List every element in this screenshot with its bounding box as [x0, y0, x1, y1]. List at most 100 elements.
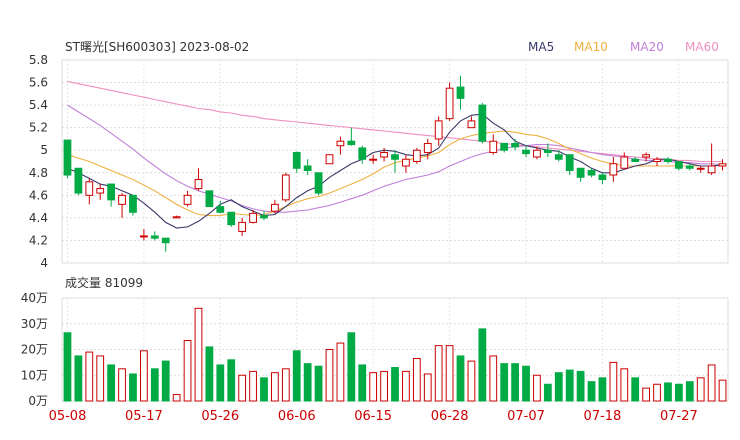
candle-body: [358, 147, 367, 160]
candle-body: [85, 181, 94, 196]
legend-entry-ma20: MA20: [630, 40, 664, 54]
candle-body: [129, 194, 137, 213]
volume-bar: [150, 368, 159, 402]
volume-bar: [674, 383, 683, 402]
candle-body: [271, 203, 279, 212]
volume-bar: [183, 339, 192, 402]
volume-bar: [696, 377, 705, 402]
candle: [194, 168, 203, 191]
candle-body: [565, 154, 574, 172]
volume-bar: [129, 373, 137, 402]
volume-bar: [161, 360, 170, 402]
candle: [336, 136, 345, 155]
candle-body: [238, 221, 247, 232]
candle-body: [533, 149, 541, 158]
candle-body: [172, 216, 181, 219]
volume-bar: [598, 377, 607, 402]
candle-body: [63, 139, 72, 176]
candle-body: [391, 154, 399, 160]
ma-legend: MA5 MA10 MA20 MA60: [528, 40, 719, 54]
price-y-ticks: 5.8 5.6 5.4 5.2 5 4.8 4.6 4.4 4.2 4: [29, 53, 48, 270]
candle: [478, 102, 487, 144]
candle: [456, 75, 465, 110]
candle: [74, 167, 83, 196]
volume-bar: [227, 359, 236, 402]
volume-bar: [391, 367, 399, 402]
candle: [358, 145, 367, 164]
candle-body: [631, 158, 640, 163]
candle-body: [685, 165, 694, 169]
candle-body: [478, 104, 487, 142]
candle: [369, 154, 378, 164]
candle-body: [500, 142, 509, 151]
candle-body: [380, 151, 388, 158]
candle: [664, 156, 672, 164]
volume-bar: [369, 372, 378, 402]
volume-bar: [576, 370, 585, 402]
candle-body: [707, 165, 716, 174]
candle: [238, 217, 247, 236]
candle-body: [107, 183, 116, 201]
legend-entry-ma5: MA5: [528, 40, 554, 54]
candle-body: [150, 235, 159, 239]
volume-bar: [140, 350, 148, 402]
candle: [696, 166, 705, 173]
candle: [150, 231, 159, 241]
candle: [445, 82, 454, 121]
volume-bar: [664, 382, 672, 402]
candle: [325, 154, 334, 165]
candle: [707, 143, 716, 176]
legend-entry-ma10: MA10: [574, 40, 608, 54]
stock-chart: ST曙光[SH600303] 2023-08-02 MA5 MA10 MA20 MA6…: [0, 0, 740, 440]
candle: [314, 172, 323, 196]
candle-body: [696, 167, 705, 170]
x-tick-label: 06-06: [278, 409, 316, 424]
candle-body: [303, 165, 312, 172]
candle-body: [412, 149, 421, 163]
price-y-tick-label: 5: [40, 143, 48, 157]
candle-body: [292, 151, 301, 169]
volume-bar: [456, 355, 465, 402]
volume-bar: [631, 377, 640, 402]
candle: [172, 215, 181, 219]
ma60-line: [67, 80, 723, 163]
volume-y-tick-label: 20万: [21, 343, 48, 357]
volume-bar: [489, 355, 498, 402]
volume-bar: [314, 365, 323, 402]
candle-body: [96, 188, 105, 194]
candle-body: [576, 167, 585, 178]
volume-bar: [205, 346, 214, 402]
candle-body: [325, 154, 334, 165]
candle-body: [161, 237, 170, 244]
candle: [489, 134, 498, 155]
price-y-tick-label: 5.6: [29, 76, 48, 90]
candle: [85, 178, 94, 205]
candle: [412, 147, 421, 164]
volume-chart-title: 成交量 81099: [65, 275, 143, 290]
candle-body: [118, 194, 126, 205]
candle-body: [249, 212, 257, 223]
price-y-tick-label: 5.2: [29, 121, 48, 135]
candle-body: [642, 154, 650, 158]
volume-bar: [63, 332, 72, 402]
volume-y-tick-label: 30万: [21, 317, 48, 331]
candle: [718, 159, 727, 171]
candle-body: [587, 170, 596, 176]
candle-body: [609, 163, 618, 176]
candle-body: [281, 174, 290, 201]
x-tick-label: 07-07: [507, 409, 545, 424]
candle: [161, 237, 170, 252]
x-tick-label: 05-08: [49, 409, 87, 424]
candle: [620, 152, 629, 169]
candle-body: [140, 235, 148, 238]
volume-bar: [642, 387, 650, 402]
volume-bar: [172, 394, 181, 402]
x-tick-label: 07-18: [584, 409, 622, 424]
volume-y-tick-label: 40万: [21, 291, 48, 305]
volume-bar: [118, 368, 126, 402]
volume-y-tick-label: 10万: [21, 368, 48, 382]
volume-bar: [554, 372, 563, 402]
candle: [227, 211, 236, 227]
candle: [140, 229, 148, 241]
candle-body: [456, 86, 465, 99]
